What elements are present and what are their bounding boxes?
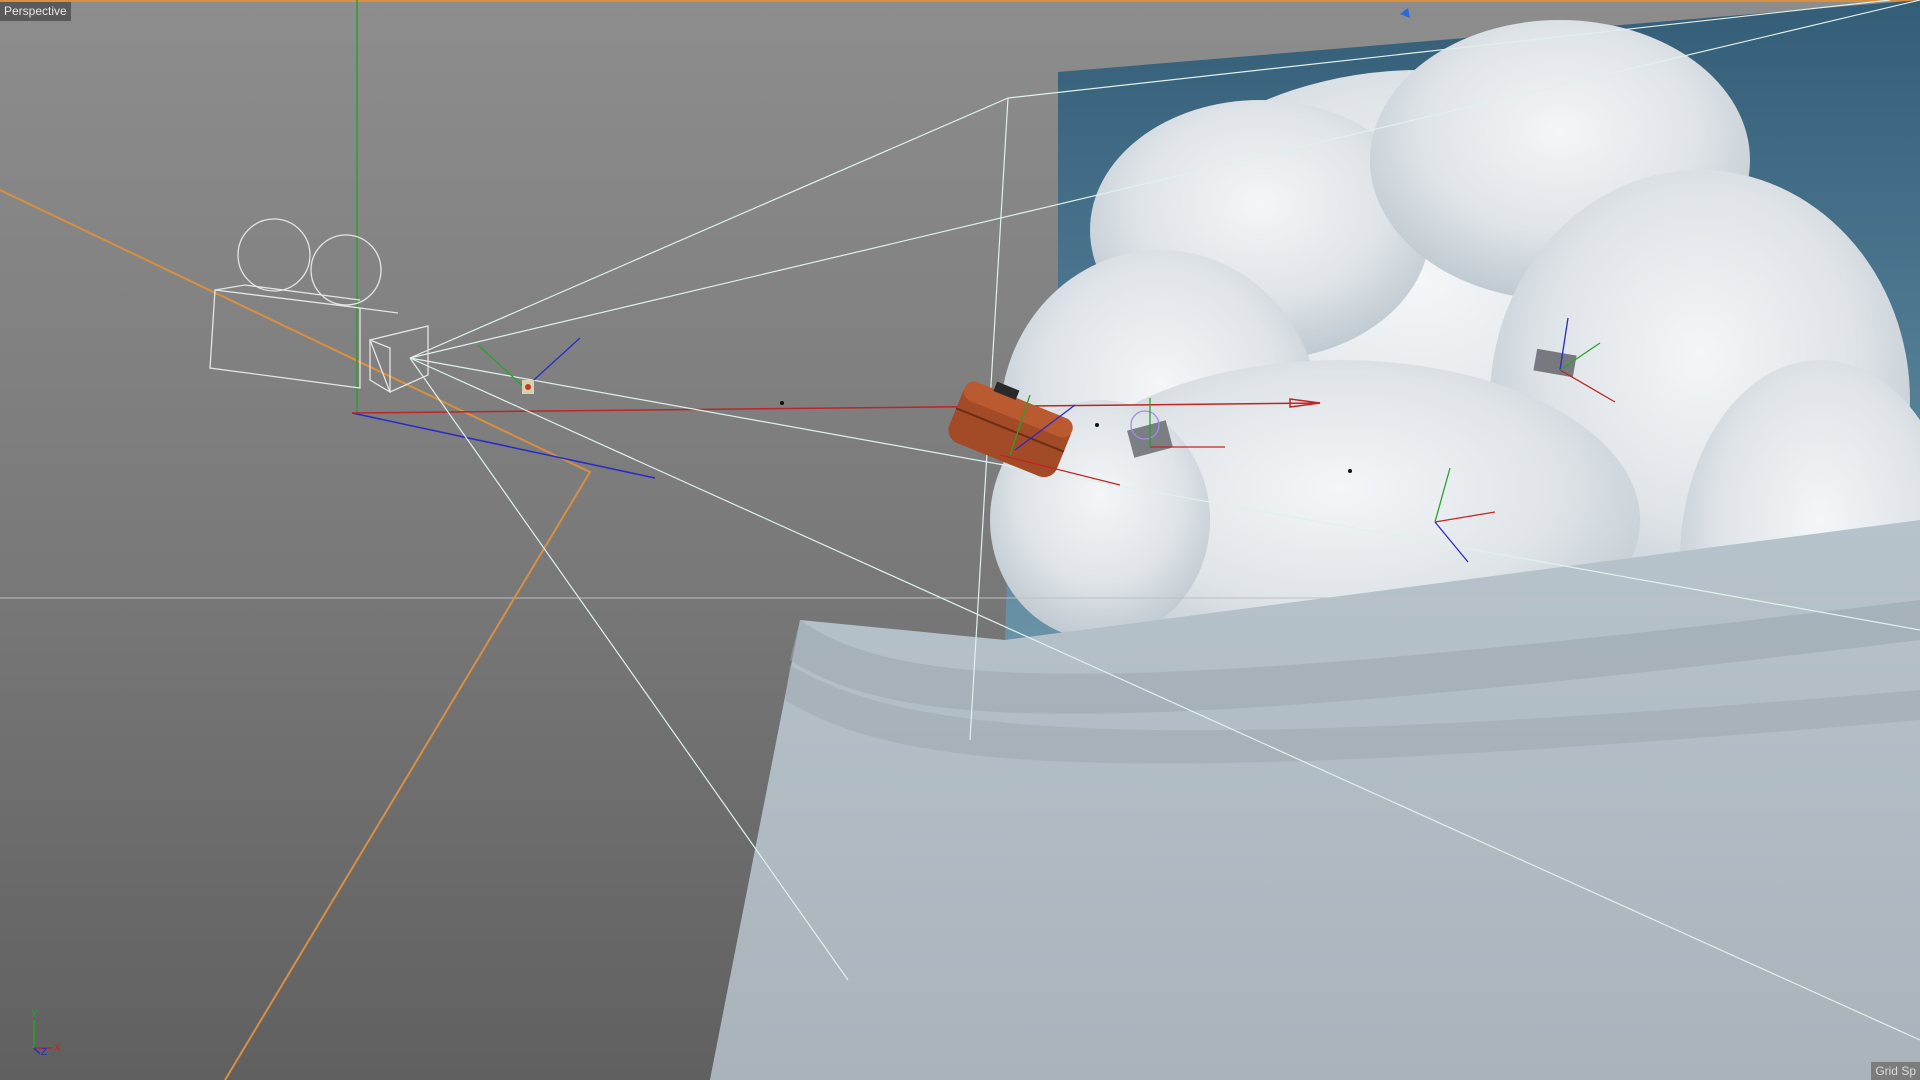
axis-label-y: Y: [31, 1009, 38, 1020]
light-marker: [1400, 8, 1410, 18]
viewport-view-name[interactable]: Perspective: [0, 2, 71, 21]
scene-canvas[interactable]: [0, 0, 1920, 1080]
grid-spacing-label: Grid Sp: [1871, 1062, 1920, 1080]
point-marker: [1348, 469, 1352, 473]
world-z-axis: [351, 412, 656, 479]
fog-floor: [710, 520, 1920, 1080]
point-marker: [1095, 423, 1099, 427]
orange-guide-line: [0, 189, 592, 1080]
perspective-viewport[interactable]: Perspective Grid Sp Y X Z: [0, 0, 1920, 1080]
axis-gizmo: Y X Z: [26, 1010, 76, 1060]
point-marker: [780, 401, 784, 405]
axis-label-x: X: [54, 1043, 61, 1054]
sky-backdrop[interactable]: [710, 0, 1920, 1080]
axis-label-z: Z: [41, 1047, 48, 1058]
